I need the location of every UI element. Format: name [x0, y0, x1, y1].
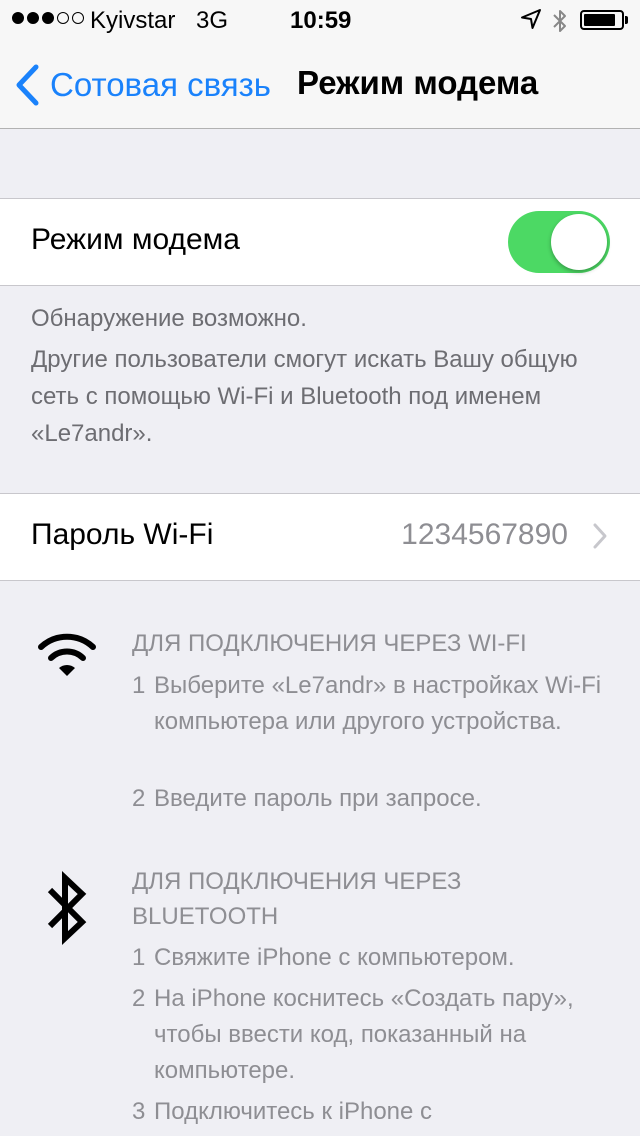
signal-strength-icon [12, 12, 84, 24]
carrier-name: Kyivstar [90, 7, 176, 34]
wifi-password-row[interactable]: Пароль Wi-Fi 1234567890 [0, 493, 640, 581]
wifi-icon [38, 633, 96, 676]
step-text: Выберите «Le7andr» в настройках Wi-Fi ко… [154, 672, 602, 735]
location-arrow-icon [521, 9, 541, 29]
step-number: 1 [132, 944, 146, 971]
signal-dot [27, 12, 39, 24]
hotspot-toggle-label: Режим модема [31, 223, 240, 256]
hotspot-toggle-row: Режим модема [0, 198, 640, 286]
toggle-knob [551, 214, 607, 270]
back-button-label: Сотовая связь [50, 66, 271, 103]
wifi-password-value: 1234567890 [401, 518, 568, 551]
wifi-step-1: 1 Выберите «Le7andr» в настройках Wi-Fi … [132, 668, 612, 740]
signal-dot [12, 12, 24, 24]
step-text: На iPhone коснитесь «Создать пару», чтоб… [154, 985, 574, 1084]
chevron-right-icon [593, 523, 607, 549]
bluetooth-status-icon [553, 10, 566, 32]
bluetooth-step-2: 2 На iPhone коснитесь «Создать пару», чт… [132, 981, 612, 1089]
bluetooth-instructions-title: ДЛЯ ПОДКЛЮЧЕНИЯ ЧЕРЕЗ BLUETOOTH [132, 868, 462, 930]
step-text: Введите пароль при запросе. [154, 785, 482, 812]
step-number: 1 [132, 672, 146, 699]
signal-dot [72, 12, 84, 24]
battery-level [584, 14, 615, 26]
network-type: 3G [196, 7, 229, 34]
step-text: Свяжите iPhone с компьютером. [154, 944, 515, 971]
discoverable-status: Обнаружение возможно. [31, 305, 307, 332]
wifi-step-2: 2 Введите пароль при запросе. [132, 781, 612, 817]
signal-dot [57, 12, 69, 24]
signal-dot [42, 12, 54, 24]
step-number: 2 [132, 985, 146, 1012]
wifi-instructions-title: ДЛЯ ПОДКЛЮЧЕНИЯ ЧЕРЕЗ WI-FI [132, 630, 527, 657]
clock: 10:59 [290, 7, 352, 34]
status-bar: Kyivstar 3G 10:59 [0, 0, 640, 40]
bluetooth-step-1: 1 Свяжите iPhone с компьютером. [132, 940, 612, 976]
discoverable-description: Другие пользователи смогут искать Вашу о… [31, 346, 578, 447]
top-bar: Kyivstar 3G 10:59 Сотовая связь Режим мо… [0, 0, 640, 129]
battery-tip [625, 16, 628, 24]
back-button[interactable]: Сотовая связь [14, 62, 271, 108]
step-text: Подключитесь к iPhone с [154, 1098, 433, 1125]
step-number: 2 [132, 785, 146, 812]
step-number: 3 [132, 1098, 146, 1125]
bluetooth-step-3: 3 Подключитесь к iPhone с [132, 1094, 612, 1130]
battery-icon [580, 10, 624, 30]
wifi-password-label: Пароль Wi-Fi [31, 518, 214, 551]
hotspot-toggle[interactable] [508, 211, 610, 273]
hotspot-settings-screen: Kyivstar 3G 10:59 Сотовая связь Режим мо… [0, 0, 640, 1136]
chevron-left-icon [16, 64, 39, 106]
page-title: Режим модема [297, 64, 539, 101]
bluetooth-icon [47, 871, 87, 945]
